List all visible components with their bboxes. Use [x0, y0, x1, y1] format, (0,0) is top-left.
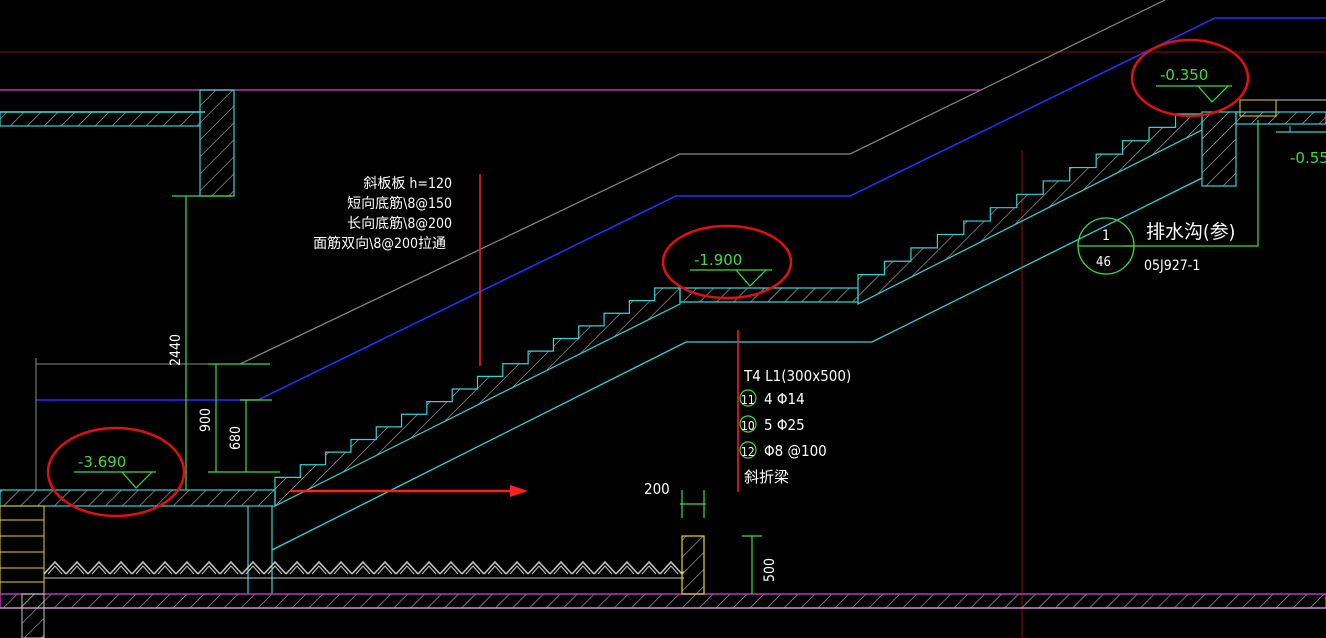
elevation-left: -3.690: [74, 453, 156, 489]
slab-note-line3: 长向底筋\8@200: [347, 215, 452, 232]
stair-section-drawing: -3.690 -1.900 -0.350 -0.55 斜板板 h=120 短向底…: [0, 0, 1326, 638]
lower-landing-slab: [0, 489, 276, 507]
tag-12: 12: [741, 445, 755, 459]
small-wall-post: [681, 535, 705, 595]
slab-note-line2: 短向底筋\8@150: [347, 195, 452, 212]
elevation-middle-text: -1.900: [694, 251, 742, 269]
reference-label: 排水沟(参): [1146, 221, 1235, 243]
elevation-top: -0.350: [1156, 66, 1232, 103]
dim-500-text: 500: [762, 558, 778, 582]
upper-left-column: [199, 89, 235, 197]
dim-680-text: 680: [228, 426, 244, 450]
tag-11: 11: [741, 393, 755, 407]
upper-stair-flight: [857, 113, 1203, 305]
elevation-top-text: -0.350: [1160, 66, 1208, 84]
slab-note-line1: 斜板板 h=120: [363, 176, 452, 192]
beam-note-title: T4 L1(300x500): [743, 367, 851, 385]
stair-steps: [274, 287, 681, 507]
bubble-top-text: 1: [1102, 228, 1110, 244]
dim-2440-text: 2440: [168, 334, 184, 366]
bottom-left-wall: [21, 593, 45, 638]
red-arrow-head: [510, 485, 528, 497]
beam-row-2: 5 Φ25: [764, 416, 805, 434]
beam-row-1: 4 Φ14: [764, 390, 805, 408]
earth-fill: [44, 558, 684, 578]
beam-note-footer: 斜折梁: [744, 468, 789, 486]
dim-900-text: 900: [198, 408, 214, 432]
cad-drawing-canvas: -3.690 -1.900 -0.350 -0.55 斜板板 h=120 短向底…: [0, 0, 1326, 638]
slab-note-line4: 面筋双向\8@200拉通: [313, 235, 446, 252]
dim-200-text: 200: [644, 480, 670, 498]
slab-note: 斜板板 h=120 短向底筋\8@150 长向底筋\8@200 面筋双向\8@2…: [313, 176, 452, 252]
top-right-slab: [1235, 111, 1326, 125]
bottom-slab: [0, 593, 1326, 609]
left-wall-yellow: [0, 505, 45, 595]
stair-steps: [857, 113, 1203, 305]
elevation-left-text: -3.690: [78, 453, 126, 471]
elevation-right-text: -0.55: [1290, 149, 1326, 167]
lower-soffit-line: [271, 177, 1203, 551]
bubble-bottom-text: 46: [1096, 255, 1111, 270]
top-right-column: [1201, 111, 1237, 187]
top-left-slab: [0, 111, 201, 127]
elevation-middle: -1.900: [690, 251, 772, 287]
reference-std: 05J927-1: [1144, 258, 1200, 274]
beam-row-3: Φ8 @100: [764, 442, 827, 460]
lower-stair-flight: [274, 287, 681, 507]
tag-10: 10: [741, 419, 755, 433]
beam-note: T4 L1(300x500) 11 4 Φ14 10 5 Φ25 12 Φ8 @…: [739, 367, 851, 486]
